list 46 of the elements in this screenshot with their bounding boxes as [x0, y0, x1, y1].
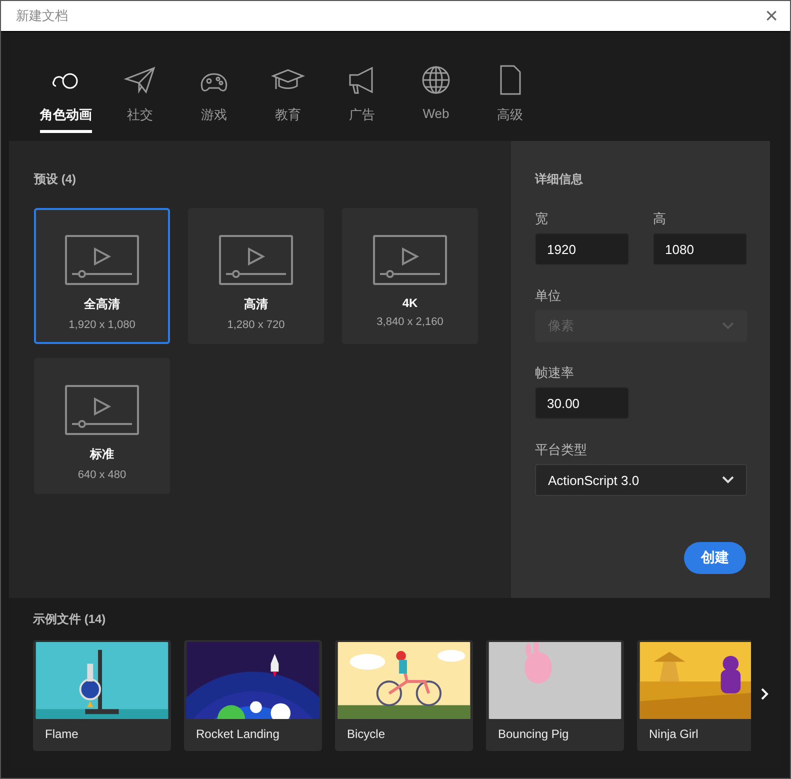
video-player-icon: [372, 234, 448, 286]
category-tab[interactable]: 广告: [329, 62, 395, 141]
video-player-icon: [218, 234, 294, 286]
section-title: 预设 (4): [34, 171, 77, 188]
section-title: 示例文件 (14): [33, 611, 107, 628]
preset-size: 1,920 x 1,080: [68, 319, 136, 331]
category-tab[interactable]: 高级: [477, 62, 543, 141]
sample-card[interactable]: Flame: [33, 640, 171, 751]
field-label: 高: [653, 210, 667, 228]
preset-size: 1,280 x 720: [227, 319, 285, 331]
preset-card[interactable]: 4K 3,840 x 2,160: [342, 208, 478, 344]
create-button[interactable]: 创建: [684, 542, 746, 574]
preset-name: 高清: [244, 296, 268, 313]
chevron-right-icon: [761, 688, 769, 700]
preset-name: 4K: [402, 296, 418, 310]
chevron-down-icon: [722, 476, 734, 484]
sample-card[interactable]: Bouncing Pig: [486, 640, 624, 751]
field-label: 单位: [535, 287, 562, 305]
category-tab[interactable]: Web: [403, 62, 469, 141]
video-player-icon: [64, 234, 140, 286]
preset-card[interactable]: 高清 1,280 x 720: [188, 208, 324, 344]
sample-card[interactable]: Bicycle: [335, 640, 473, 751]
input-field[interactable]: 1080: [653, 233, 747, 265]
field-label: 平台类型: [535, 441, 588, 459]
preset-card[interactable]: 标准 640 x 480: [34, 358, 170, 494]
section-title: 详细信息: [535, 171, 584, 188]
sample-card[interactable]: Ninja Girl: [637, 640, 751, 751]
preset-card[interactable]: 全高清 1,920 x 1,080: [34, 208, 170, 344]
input-field[interactable]: 30.00: [535, 387, 629, 419]
field-label: 宽: [535, 210, 549, 228]
chevron-down-icon: [722, 322, 734, 330]
preset-name: 全高清: [84, 296, 120, 313]
window-title: 新建文档: [16, 7, 68, 25]
input-field[interactable]: 1920: [535, 233, 629, 265]
category-tab[interactable]: 角色动画: [33, 62, 99, 141]
category-tab[interactable]: 教育: [255, 62, 321, 141]
preset-size: 640 x 480: [78, 469, 126, 481]
preset-name: 标准: [90, 446, 114, 463]
sample-card[interactable]: Rocket Landing: [184, 640, 322, 751]
platform-dropdown[interactable]: ActionScript 3.0: [535, 464, 747, 496]
category-tab[interactable]: 社交: [107, 62, 173, 141]
category-tab[interactable]: 游戏: [181, 62, 247, 141]
close-button[interactable]: ×: [761, 5, 782, 27]
field-label: 帧速率: [535, 364, 575, 382]
video-player-icon: [64, 384, 140, 436]
preset-size: 3,840 x 2,160: [376, 316, 444, 328]
